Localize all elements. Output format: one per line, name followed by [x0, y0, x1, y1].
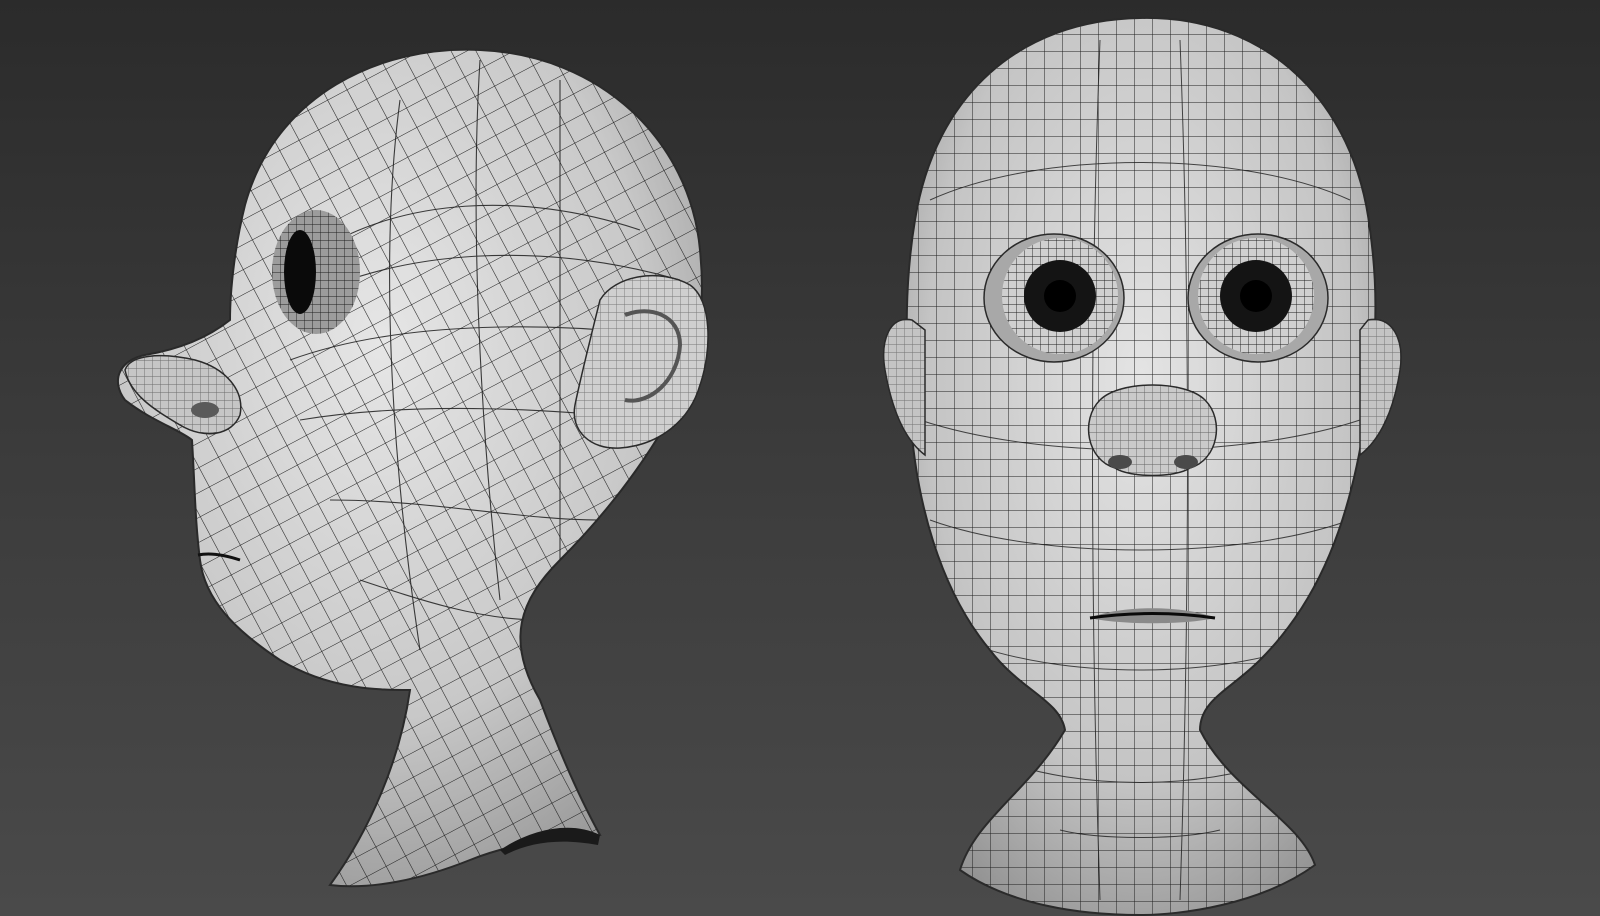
viewport-canvas: [0, 0, 1402, 916]
front-ear-left: [883, 318, 926, 457]
head-front-view[interactable]: [880, 0, 1402, 916]
front-eye-right: [1187, 233, 1329, 363]
side-mesh-wireframe: [117, 49, 702, 887]
3d-viewport[interactable]: [0, 0, 1600, 916]
front-nose: [1087, 384, 1218, 477]
side-eye: [272, 210, 360, 334]
front-eye-left: [983, 233, 1125, 363]
front-ear-right: [1359, 318, 1402, 457]
head-side-view[interactable]: [0, 0, 800, 916]
